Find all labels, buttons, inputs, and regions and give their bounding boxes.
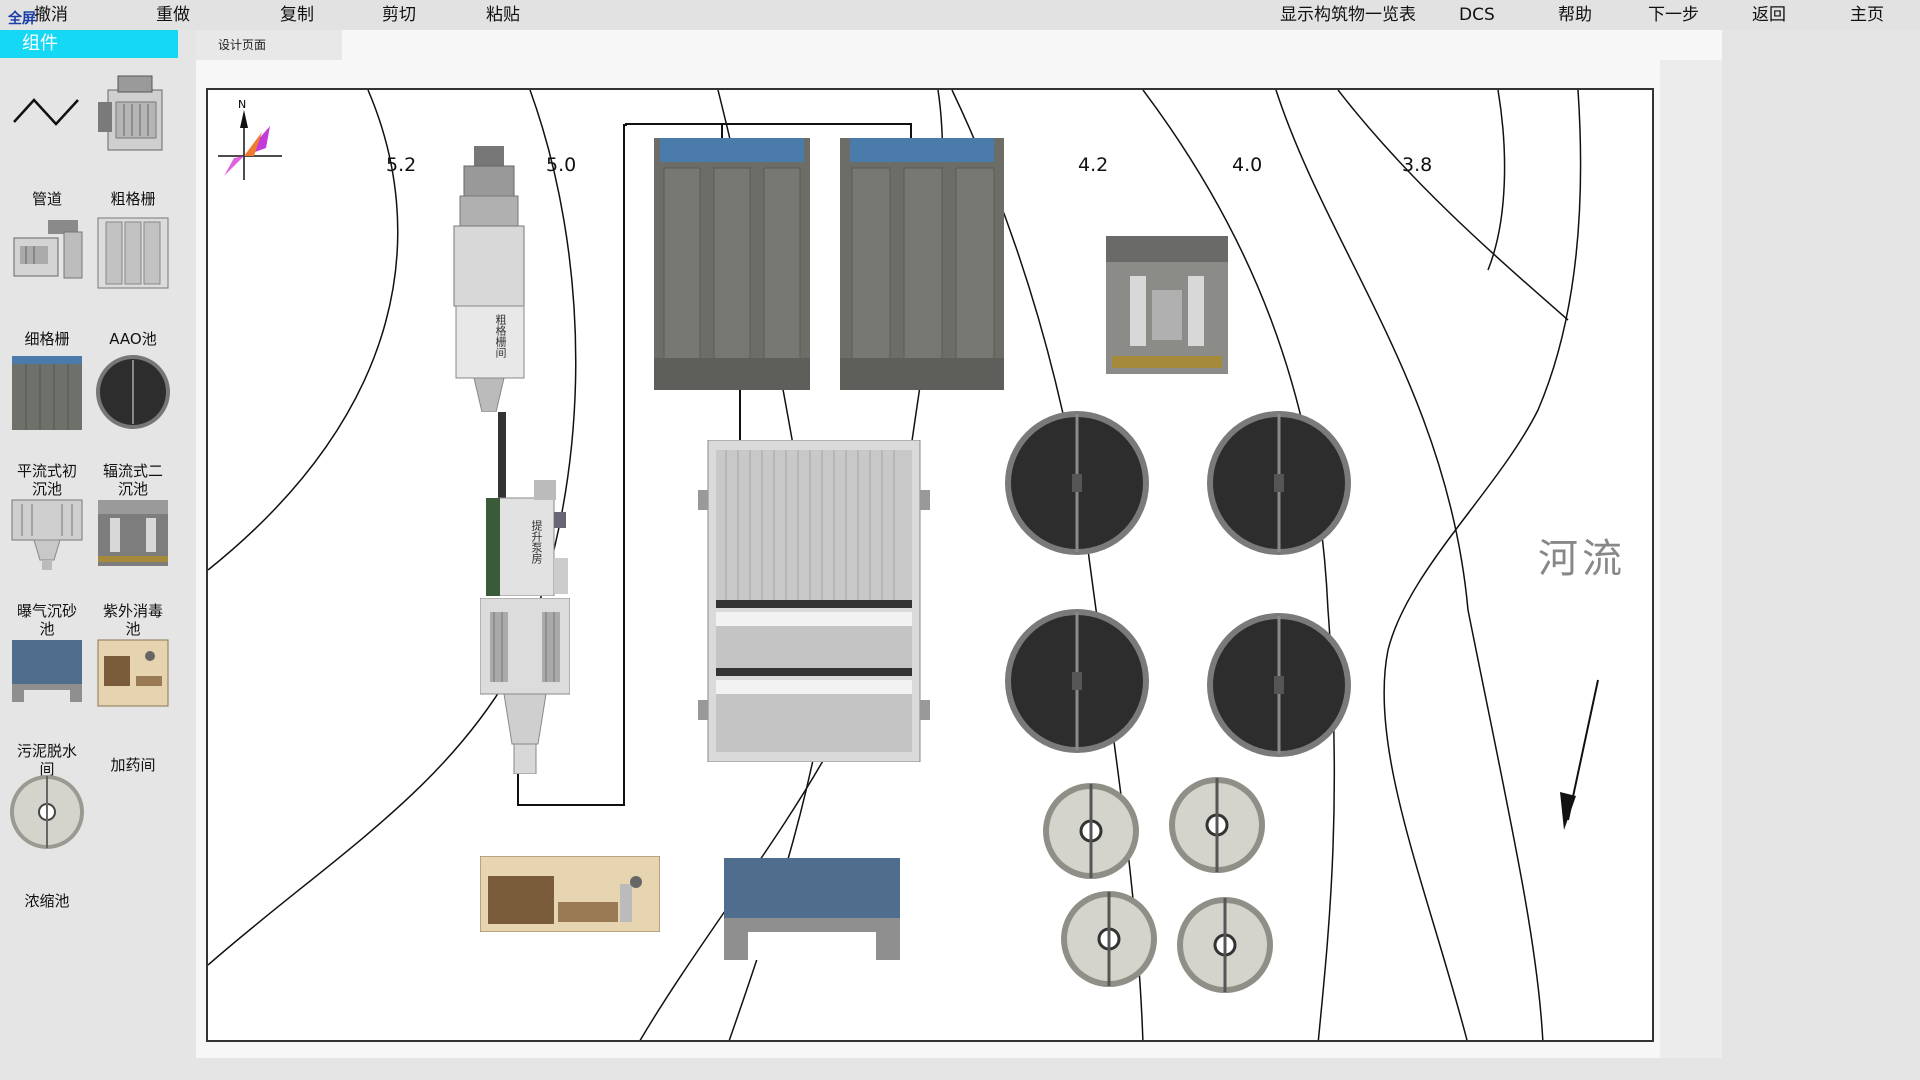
tab-design-page[interactable]: 设计页面 (196, 30, 342, 60)
placed-primary-clarifier-2[interactable] (840, 138, 1004, 390)
pump-house-text: 提升泵房 (530, 520, 543, 564)
secondary-clarifier-icon (94, 352, 172, 432)
component-pipe[interactable]: 管道 (4, 72, 90, 212)
placed-aerated-grit-chamber[interactable] (480, 598, 570, 774)
component-thickener[interactable]: 浓缩池 (4, 772, 90, 922)
contour-label: 5.0 (546, 154, 577, 176)
component-coarse-screen[interactable]: 粗格栅 (90, 72, 176, 212)
placed-thickener-2[interactable] (1168, 776, 1266, 874)
component-aao-tank[interactable]: AAO池 (90, 212, 176, 352)
placed-thickener-3[interactable] (1060, 890, 1158, 988)
placed-dosing-room[interactable] (480, 856, 660, 932)
coarse-screen-icon (94, 72, 172, 152)
fullscreen-button[interactable]: 全屏 (8, 8, 36, 28)
pipe-icon (8, 72, 86, 152)
next-step-button[interactable]: 下一步 (1648, 5, 1699, 25)
uv-disinfection-icon (94, 492, 172, 572)
tab-bar: 设计页面 (196, 30, 1722, 60)
component-label: AAO池 (109, 330, 157, 348)
aerated-grit-chamber-icon (8, 492, 86, 572)
contour-label: 4.2 (1078, 154, 1109, 176)
sidebar-header: 组件 (0, 30, 178, 58)
placed-uv-disinfection[interactable] (1106, 236, 1228, 374)
dosing-room-icon (94, 632, 172, 712)
component-aerated-grit-chamber[interactable]: 曝气沉砂池 (4, 492, 90, 642)
placed-coarse-screen[interactable]: 粗格栅间 (446, 146, 532, 412)
aao-tank-icon (94, 212, 172, 292)
grille-house-text: 粗格栅间 (494, 314, 507, 358)
river-label: 河流 (1538, 536, 1626, 582)
placed-primary-clarifier-1[interactable] (654, 138, 810, 390)
placed-thickener-1[interactable] (1042, 782, 1140, 880)
component-label: 细格栅 (24, 330, 70, 348)
river-flow-arrow (1560, 679, 1599, 830)
placed-aao-tank[interactable] (698, 440, 930, 762)
compass-icon: N (214, 96, 284, 188)
component-label: 加药间 (110, 756, 156, 774)
placed-lift-pump-house[interactable]: 提升泵房 (486, 472, 576, 596)
placed-secondary-clarifier-4[interactable] (1206, 610, 1352, 760)
component-label: 浓缩池 (24, 892, 70, 910)
component-sludge-dewatering[interactable]: 污泥脱水间 (4, 632, 90, 782)
undo-button[interactable]: 撤消 (34, 5, 68, 25)
paste-button[interactable]: 粘贴 (486, 5, 520, 25)
copy-button[interactable]: 复制 (280, 5, 314, 25)
sludge-dewatering-icon (8, 632, 86, 712)
primary-clarifier-icon (8, 352, 86, 432)
show-structure-list-button[interactable]: 显示构筑物一览表 (1280, 5, 1416, 25)
component-sidebar: 组件 管道 粗格栅 细格栅 AAO池 平流式初 沉池 辐流式二 沉池 曝气沉砂 … (0, 30, 178, 1080)
placed-secondary-clarifier-3[interactable] (1004, 606, 1150, 756)
contour-label: 3.8 (1402, 154, 1433, 176)
component-fine-screen[interactable]: 细格栅 (4, 212, 90, 352)
component-label: 管道 (31, 190, 62, 208)
redo-button[interactable]: 重做 (156, 5, 190, 25)
component-uv-disinfection[interactable]: 紫外消毒池 (90, 492, 176, 642)
component-primary-clarifier[interactable]: 平流式初 沉池 (4, 352, 90, 502)
compass-letter: N (238, 98, 246, 111)
home-button[interactable]: 主页 (1850, 5, 1884, 25)
design-canvas[interactable]: 5.2 5.0 4.2 4.0 3.8 河流 N 粗格栅间 提升泵房 (206, 88, 1654, 1042)
menu-bar: 撤消 全屏 重做 复制 剪切 粘贴 显示构筑物一览表 DCS 帮助 下一步 返回… (0, 0, 1920, 30)
component-secondary-clarifier[interactable]: 辐流式二 沉池 (90, 352, 176, 502)
component-label: 粗格栅 (110, 190, 156, 208)
placed-secondary-clarifier-1[interactable] (1004, 408, 1150, 558)
placed-sludge-dewatering[interactable] (724, 858, 900, 960)
contour-label: 5.2 (386, 154, 417, 176)
help-button[interactable]: 帮助 (1558, 5, 1592, 25)
placed-thickener-4[interactable] (1176, 896, 1274, 994)
component-dosing-room[interactable]: 加药间 (90, 632, 176, 782)
contour-label: 4.0 (1232, 154, 1263, 176)
thickener-icon (8, 772, 86, 852)
design-scrollbar[interactable] (1660, 60, 1722, 1058)
cut-button[interactable]: 剪切 (382, 5, 416, 25)
placed-secondary-clarifier-2[interactable] (1206, 408, 1352, 558)
fine-screen-icon (8, 212, 86, 292)
dcs-button[interactable]: DCS (1459, 5, 1495, 25)
back-button[interactable]: 返回 (1752, 5, 1786, 25)
